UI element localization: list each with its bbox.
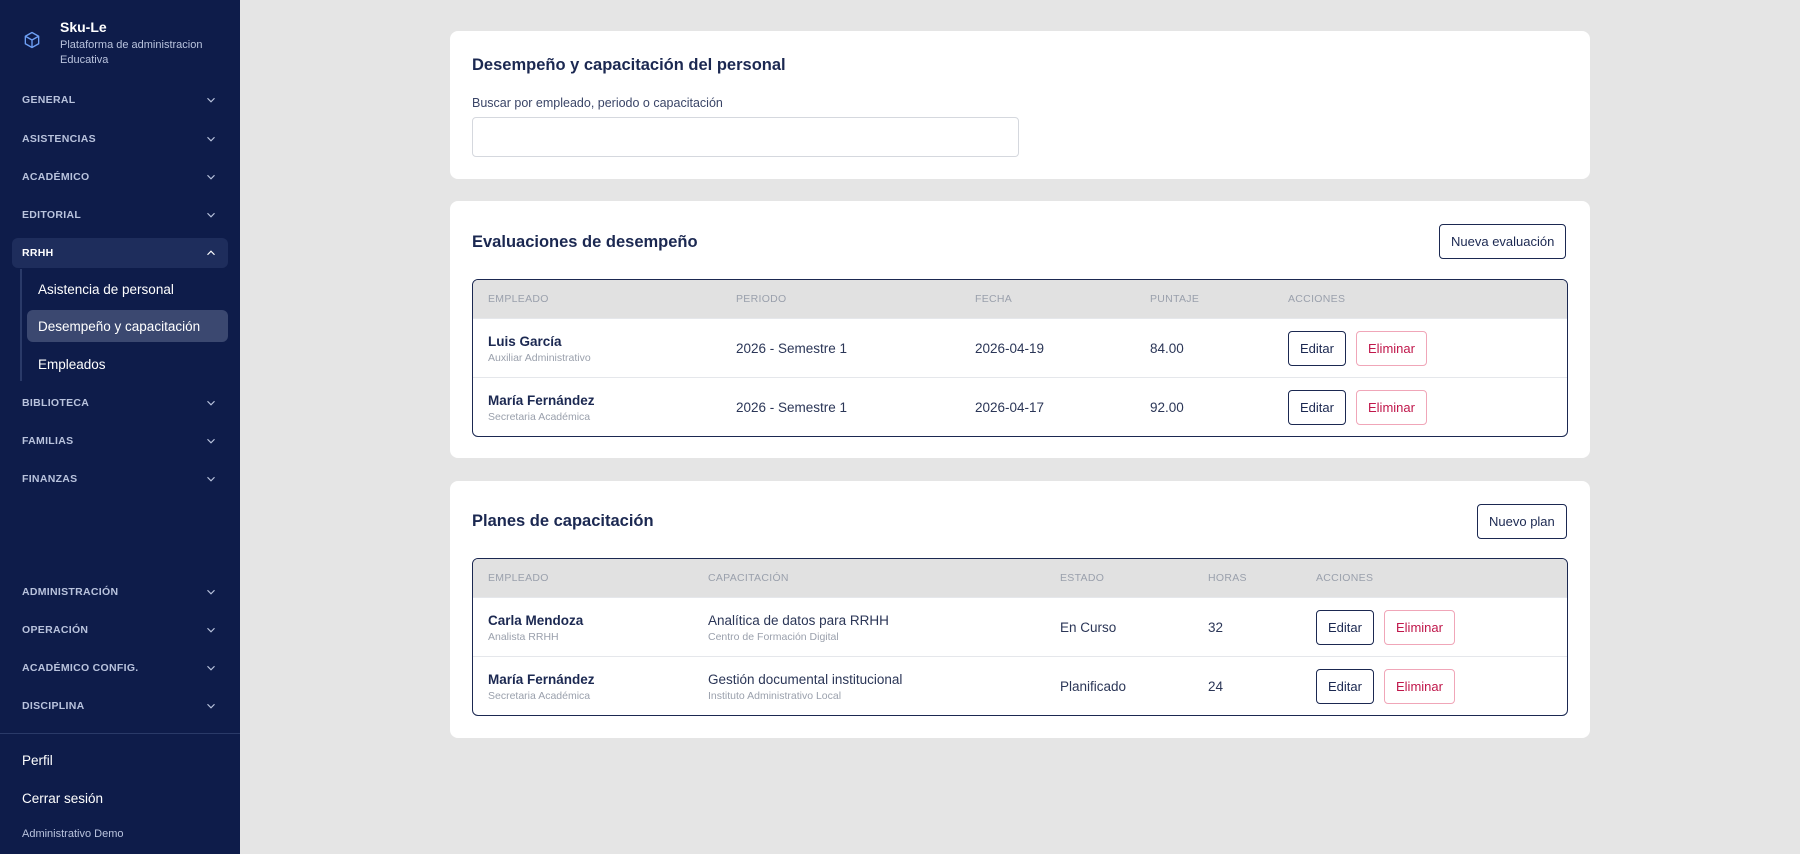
nav-section-academico-config[interactable]: ACADÉMICO CONFIG. — [12, 653, 228, 683]
search-label: Buscar por empleado, periodo o capacitac… — [472, 96, 723, 110]
delete-button[interactable]: Eliminar — [1356, 331, 1427, 366]
status: Planificado — [1060, 679, 1127, 694]
nav-section-editorial[interactable]: EDITORIAL — [12, 200, 228, 230]
table-row: Luis García Auxiliar Administrativo 2026… — [473, 318, 1567, 377]
nav-section-general[interactable]: GENERAL — [12, 85, 228, 115]
brand-subtitle: Plataforma de administracion Educativa — [60, 39, 203, 66]
chevron-down-icon — [207, 627, 215, 633]
table-header: EMPLEADO CAPACITACIÓN ESTADO HORAS ACCIO… — [473, 559, 1567, 597]
sidebar-item-desempeno-capacitacion[interactable]: Desempeño y capacitación — [27, 310, 228, 342]
delete-button[interactable]: Eliminar — [1384, 610, 1455, 645]
search-input[interactable] — [472, 117, 1019, 157]
brand-name: Sku-Le — [60, 19, 107, 35]
course-name: Gestión documental institucional — [708, 671, 903, 687]
training-plans-title: Planes de capacitación — [472, 512, 654, 530]
new-plan-button[interactable]: Nuevo plan — [1477, 504, 1567, 539]
employee-role: Analista RRHH — [488, 630, 559, 643]
chevron-down-icon — [207, 476, 215, 482]
course-provider: Centro de Formación Digital — [708, 630, 839, 643]
column-header-puntaje: PUNTAJE — [1150, 293, 1200, 305]
delete-button[interactable]: Eliminar — [1356, 390, 1427, 425]
score: 84.00 — [1150, 341, 1184, 356]
chevron-up-icon — [207, 250, 215, 256]
table-header: EMPLEADO PERIODO FECHA PUNTAJE ACCIONES — [473, 280, 1567, 318]
nav-section-familias[interactable]: FAMILIAS — [12, 426, 228, 456]
column-header-capacitacion: CAPACITACIÓN — [708, 572, 789, 584]
page-title: Desempeño y capacitación del personal — [472, 56, 786, 74]
nav-section-disciplina[interactable]: DISCIPLINA — [12, 691, 228, 721]
period: 2026 - Semestre 1 — [736, 341, 848, 356]
column-header-horas: HORAS — [1208, 572, 1247, 584]
nav-section-operacion[interactable]: OPERACIÓN — [12, 615, 228, 645]
date: 2026-04-17 — [975, 400, 1045, 415]
edit-button[interactable]: Editar — [1316, 610, 1374, 645]
cube-logo-icon — [22, 30, 46, 54]
new-evaluation-button[interactable]: Nueva evaluación — [1439, 224, 1567, 259]
logout-link[interactable]: Cerrar sesión — [22, 791, 103, 806]
chevron-down-icon — [207, 400, 215, 406]
employee-role: Secretaria Académica — [488, 689, 591, 702]
chevron-down-icon — [207, 136, 215, 142]
column-header-acciones: ACCIONES — [1316, 572, 1374, 584]
edit-button[interactable]: Editar — [1316, 669, 1374, 704]
nav-section-biblioteca[interactable]: BIBLIOTECA — [12, 388, 228, 418]
evaluations-table: EMPLEADO PERIODO FECHA PUNTAJE ACCIONES … — [472, 279, 1568, 437]
column-header-empleado: EMPLEADO — [488, 293, 549, 305]
date: 2026-04-19 — [975, 341, 1045, 356]
employee-name: Luis García — [488, 333, 562, 349]
course-provider: Instituto Administrativo Local — [708, 689, 842, 702]
nav-section-asistencias[interactable]: ASISTENCIAS — [12, 124, 228, 154]
employee-role: Secretaria Académica — [488, 410, 591, 423]
table-row: Carla Mendoza Analista RRHH Analítica de… — [473, 597, 1567, 656]
evaluations-card: Evaluaciones de desempeño Nueva evaluaci… — [450, 201, 1590, 458]
employee-role: Auxiliar Administrativo — [488, 351, 591, 364]
sidebar-item-empleados[interactable]: Empleados — [27, 348, 228, 380]
column-header-acciones: ACCIONES — [1288, 293, 1346, 305]
employee-name: María Fernández — [488, 392, 595, 408]
chevron-down-icon — [207, 703, 215, 709]
sidebar-item-asistencia-personal[interactable]: Asistencia de personal — [27, 273, 228, 305]
chevron-down-icon — [207, 97, 215, 103]
hours: 32 — [1208, 620, 1224, 635]
status: En Curso — [1060, 620, 1117, 635]
nav-section-academico[interactable]: ACADÉMICO — [12, 162, 228, 192]
column-header-fecha: FECHA — [975, 293, 1013, 305]
column-header-empleado: EMPLEADO — [488, 572, 549, 584]
edit-button[interactable]: Editar — [1288, 390, 1346, 425]
employee-name: María Fernández — [488, 671, 595, 687]
hours: 24 — [1208, 679, 1224, 694]
sidebar-divider — [0, 733, 240, 734]
nav-section-finanzas[interactable]: FINANZAS — [12, 464, 228, 494]
chevron-down-icon — [207, 212, 215, 218]
table-row: María Fernández Secretaria Académica Ges… — [473, 656, 1567, 715]
score: 92.00 — [1150, 400, 1184, 415]
submenu-guide-line — [20, 269, 22, 381]
delete-button[interactable]: Eliminar — [1384, 669, 1455, 704]
chevron-down-icon — [207, 174, 215, 180]
training-plans-table: EMPLEADO CAPACITACIÓN ESTADO HORAS ACCIO… — [472, 558, 1568, 716]
table-row: María Fernández Secretaria Académica 202… — [473, 377, 1567, 436]
chevron-down-icon — [207, 438, 215, 444]
brand: Sku-Le Plataforma de administracion Educ… — [22, 18, 232, 68]
employee-name: Carla Mendoza — [488, 612, 584, 628]
chevron-down-icon — [207, 665, 215, 671]
column-header-periodo: PERIODO — [736, 293, 787, 305]
current-user: Administrativo Demo — [22, 828, 124, 840]
evaluations-title: Evaluaciones de desempeño — [472, 233, 698, 251]
chevron-down-icon — [207, 589, 215, 595]
nav-section-rrhh[interactable]: RRHH — [12, 238, 228, 268]
training-plans-card: Planes de capacitación Nuevo plan EMPLEA… — [450, 481, 1590, 738]
period: 2026 - Semestre 1 — [736, 400, 848, 415]
search-card: Desempeño y capacitación del personal Bu… — [450, 31, 1590, 179]
sidebar: Sku-Le Plataforma de administracion Educ… — [0, 0, 240, 854]
course-name: Analítica de datos para RRHH — [708, 612, 889, 628]
profile-link[interactable]: Perfil — [22, 753, 53, 768]
column-header-estado: ESTADO — [1060, 572, 1105, 584]
nav-section-administracion[interactable]: ADMINISTRACIÓN — [12, 577, 228, 607]
edit-button[interactable]: Editar — [1288, 331, 1346, 366]
